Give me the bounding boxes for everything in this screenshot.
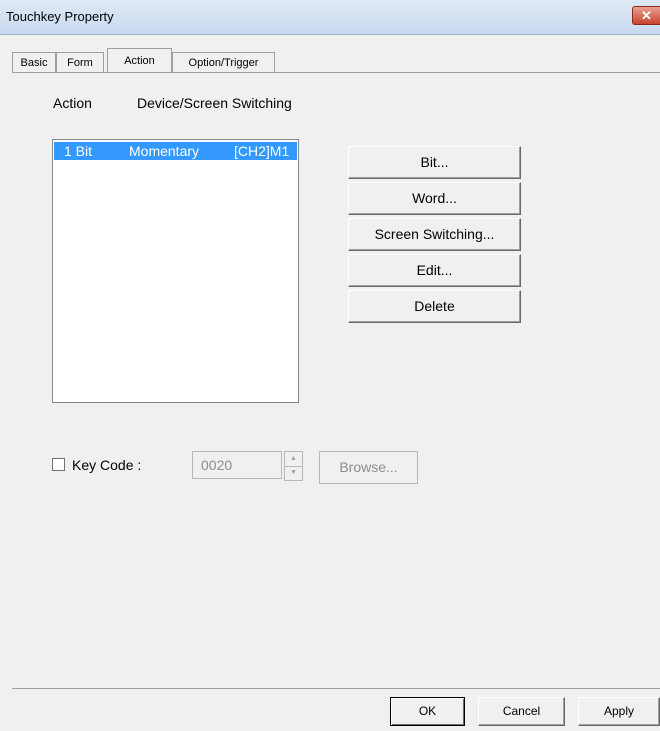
ok-button[interactable]: OK [390, 697, 465, 726]
action-type-label: Device/Screen Switching [137, 95, 292, 111]
tab-option-trigger[interactable]: Option/Trigger [172, 52, 275, 72]
tab-action-label: Action [124, 55, 155, 67]
close-icon: ✕ [641, 8, 652, 23]
action-label: Action [53, 95, 92, 111]
list-item-device: [CH2]M1 [234, 143, 290, 159]
key-code-input[interactable]: 0020 [192, 451, 282, 479]
touchkey-property-dialog: Touchkey Property ✕ Basic Form Action Op… [0, 0, 660, 731]
tab-panel-border [12, 72, 660, 73]
list-item[interactable]: 1 Bit Momentary [CH2]M1 [54, 142, 297, 160]
tab-option-trigger-label: Option/Trigger [188, 57, 259, 69]
key-code-label: Key Code : [72, 457, 142, 473]
action-list[interactable]: 1 Bit Momentary [CH2]M1 [52, 139, 299, 403]
spin-up-icon[interactable]: ▲ [285, 452, 302, 467]
bit-button[interactable]: Bit... [348, 146, 521, 179]
browse-button[interactable]: Browse... [319, 451, 418, 484]
delete-button[interactable]: Delete [348, 290, 521, 323]
title-bar: Touchkey Property ✕ [0, 0, 660, 35]
list-item-mode: Momentary [129, 143, 200, 159]
footer-divider [12, 688, 660, 689]
word-button[interactable]: Word... [348, 182, 521, 215]
spin-down-icon[interactable]: ▼ [285, 466, 302, 480]
tab-basic[interactable]: Basic [12, 52, 56, 72]
window-title: Touchkey Property [6, 9, 114, 24]
list-item-kind: 1 Bit [64, 143, 93, 159]
edit-button[interactable]: Edit... [348, 254, 521, 287]
close-button[interactable]: ✕ [632, 6, 660, 25]
key-code-spinner[interactable]: ▲ ▼ [284, 451, 303, 481]
screen-switching-button[interactable]: Screen Switching... [348, 218, 521, 251]
tab-basic-label: Basic [20, 57, 48, 69]
cancel-button[interactable]: Cancel [478, 697, 565, 726]
key-code-checkbox[interactable] [52, 458, 65, 471]
tab-form-label: Form [67, 57, 93, 69]
apply-button[interactable]: Apply [578, 697, 660, 726]
tab-action[interactable]: Action [107, 48, 172, 73]
tab-form[interactable]: Form [56, 52, 104, 72]
